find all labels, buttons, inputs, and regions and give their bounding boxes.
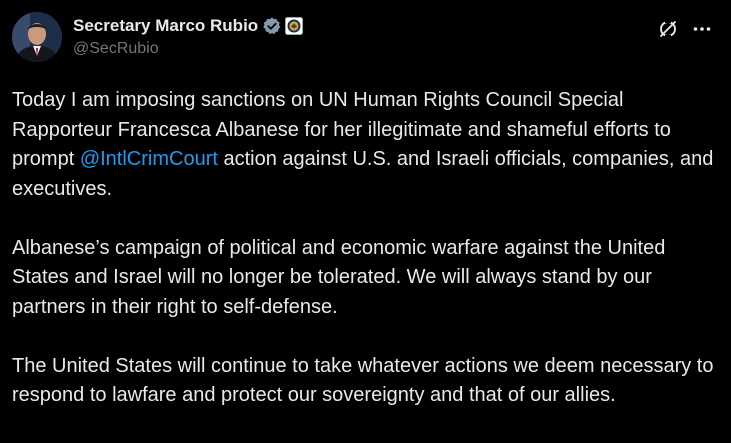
more-options-icon <box>693 27 711 31</box>
name-row: Secretary Marco Rubio <box>73 14 304 38</box>
avatar[interactable] <box>12 12 62 62</box>
grok-icon <box>660 19 676 39</box>
grok-button[interactable] <box>651 16 685 42</box>
header-actions <box>651 16 719 42</box>
verified-badge-icon[interactable] <box>262 16 282 36</box>
post-header: Secretary Marco Rubio @SecRubio <box>12 12 719 64</box>
post-paragraph-1: Today I am imposing sanctions on UN Huma… <box>12 86 722 204</box>
post-paragraph-2: Albanese’s campaign of political and eco… <box>12 236 666 318</box>
state-department-seal-icon[interactable] <box>285 17 304 35</box>
post: Secretary Marco Rubio @SecRubio Today I … <box>0 0 731 443</box>
display-name[interactable]: Secretary Marco Rubio <box>73 16 258 36</box>
author-identity: Secretary Marco Rubio @SecRubio <box>73 14 304 58</box>
avatar-image <box>12 12 62 62</box>
post-text: Today I am imposing sanctions on UN Huma… <box>12 86 722 411</box>
post-paragraph-3: The United States will continue to take … <box>12 354 714 407</box>
handle[interactable]: @SecRubio <box>73 40 303 58</box>
more-options-button[interactable] <box>685 16 719 42</box>
mention-link[interactable]: @IntlCrimCourt <box>80 148 218 170</box>
